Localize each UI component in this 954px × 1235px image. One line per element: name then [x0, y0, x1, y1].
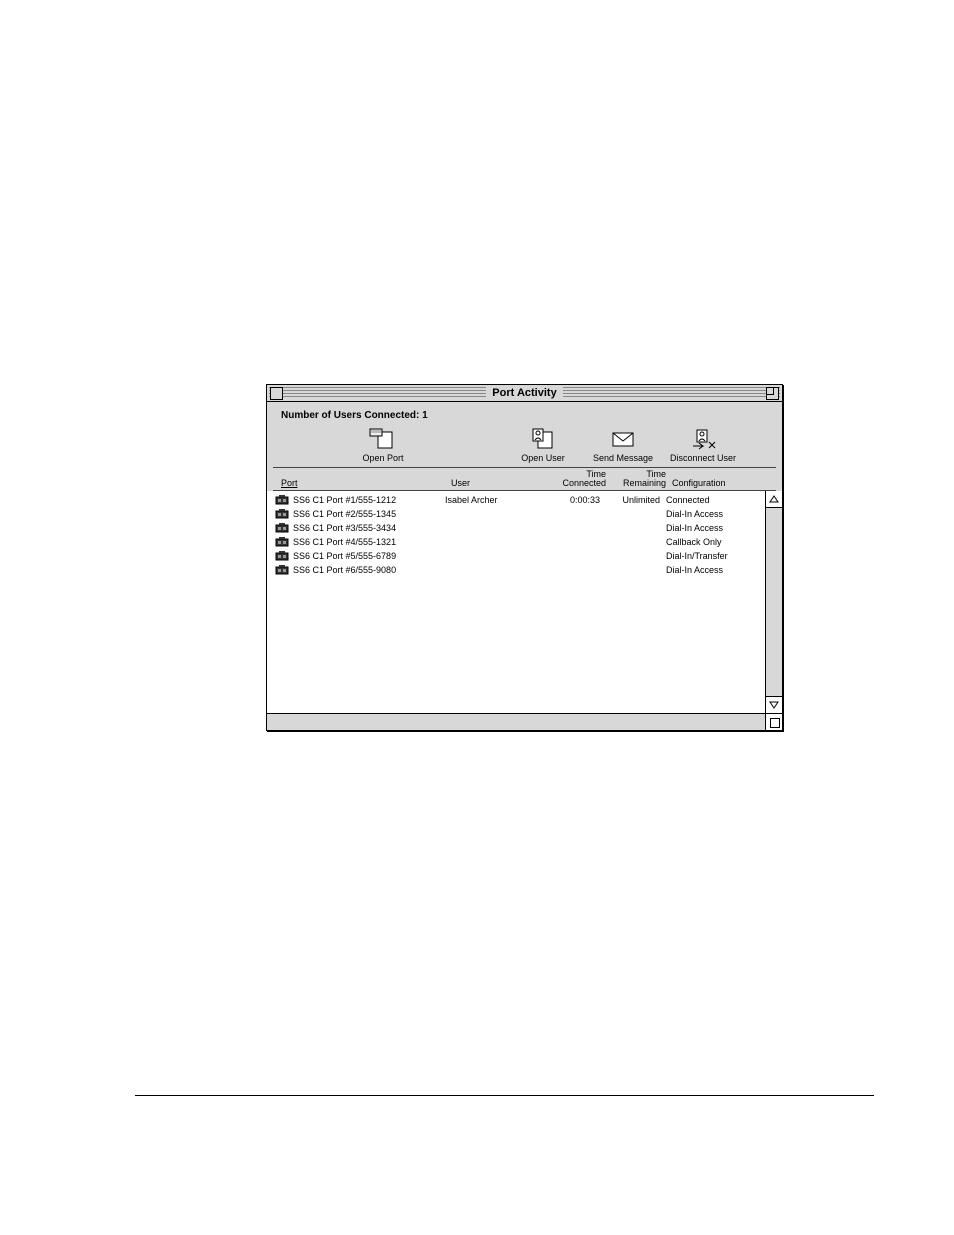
status-count: 1 — [422, 410, 428, 421]
disconnect-user-label: Disconnect User — [670, 453, 736, 463]
open-port-button[interactable]: Open Port — [343, 425, 423, 465]
scroll-up-arrow[interactable] — [766, 491, 782, 508]
port-activity-window: Port Activity Number of Users Connected:… — [266, 384, 783, 731]
port-name: SS6 C1 Port #2/555-1345 — [293, 509, 396, 519]
table-row[interactable]: SS6 C1 Port #4/555-1321 Callback Only — [267, 535, 765, 549]
zoom-box[interactable] — [766, 387, 779, 400]
cell-port: SS6 C1 Port #4/555-1321 — [275, 536, 445, 548]
cell-port: SS6 C1 Port #5/555-6789 — [275, 550, 445, 562]
port-name: SS6 C1 Port #4/555-1321 — [293, 537, 396, 547]
table-row[interactable]: SS6 C1 Port #6/555-9080 Dial-In Access — [267, 563, 765, 577]
cell-user: Isabel Archer — [445, 495, 540, 505]
port-list: SS6 C1 Port #1/555-1212 Isabel Archer0:00… — [267, 491, 765, 713]
status-label: Number of Users Connected: — [281, 410, 419, 421]
port-icon — [275, 494, 289, 506]
col-configuration[interactable]: Configuration — [666, 470, 762, 488]
cell-port: SS6 C1 Port #2/555-1345 — [275, 508, 445, 520]
cell-configuration: Dial-In Access — [660, 565, 756, 575]
send-message-button[interactable]: Send Message — [583, 425, 663, 465]
cell-configuration: Dial-In/Transfer — [660, 551, 756, 561]
cell-port: SS6 C1 Port #3/555-3434 — [275, 522, 445, 534]
page-footer-rule — [135, 1095, 874, 1096]
grow-box[interactable] — [765, 713, 782, 730]
scroll-down-arrow[interactable] — [766, 696, 782, 713]
port-icon — [275, 522, 289, 534]
cell-configuration: Dial-In Access — [660, 523, 756, 533]
cell-time-connected: 0:00:33 — [540, 495, 600, 505]
scroll-track[interactable] — [766, 508, 782, 696]
cell-configuration: Dial-In Access — [660, 509, 756, 519]
col-time-connected[interactable]: Time Connected — [546, 470, 606, 488]
disconnect-user-icon — [687, 427, 719, 451]
port-name: SS6 C1 Port #3/555-3434 — [293, 523, 396, 533]
disconnect-user-button[interactable]: Disconnect User — [663, 425, 743, 465]
col-user[interactable]: User — [451, 470, 546, 488]
status-line: Number of Users Connected: 1 — [281, 410, 776, 421]
col-time-remaining[interactable]: Time Remaining — [606, 470, 666, 488]
table-row[interactable]: SS6 C1 Port #3/555-3434 Dial-In Access — [267, 521, 765, 535]
status-bar — [267, 714, 782, 730]
cell-time-remaining: Unlimited — [600, 495, 660, 505]
send-message-icon — [607, 427, 639, 451]
open-port-label: Open Port — [362, 453, 403, 463]
table-row[interactable]: SS6 C1 Port #2/555-1345 Dial-In Access — [267, 507, 765, 521]
port-icon — [275, 564, 289, 576]
open-port-icon — [367, 427, 399, 451]
col-port[interactable]: Port — [281, 470, 451, 488]
port-icon — [275, 550, 289, 562]
cell-configuration: Callback Only — [660, 537, 756, 547]
port-icon — [275, 536, 289, 548]
close-box[interactable] — [270, 387, 283, 400]
port-name: SS6 C1 Port #6/555-9080 — [293, 565, 396, 575]
column-headers: Port User Time Connected Time Remaining … — [273, 467, 776, 491]
open-user-button[interactable]: Open User — [503, 425, 583, 465]
cell-port: SS6 C1 Port #6/555-9080 — [275, 564, 445, 576]
window-title: Port Activity — [267, 385, 782, 401]
table-row[interactable]: SS6 C1 Port #1/555-1212 Isabel Archer0:00… — [267, 493, 765, 507]
titlebar[interactable]: Port Activity — [267, 385, 782, 402]
vertical-scrollbar[interactable] — [765, 491, 782, 713]
port-name: SS6 C1 Port #1/555-1212 — [293, 495, 396, 505]
open-user-icon — [527, 427, 559, 451]
send-message-label: Send Message — [593, 453, 653, 463]
cell-port: SS6 C1 Port #1/555-1212 — [275, 494, 445, 506]
port-name: SS6 C1 Port #5/555-6789 — [293, 551, 396, 561]
cell-configuration: Connected — [660, 495, 756, 505]
port-icon — [275, 508, 289, 520]
open-user-label: Open User — [521, 453, 565, 463]
toolbar: Open Port Open User — [343, 425, 776, 465]
table-row[interactable]: SS6 C1 Port #5/555-6789 Dial-In/Transfer — [267, 549, 765, 563]
